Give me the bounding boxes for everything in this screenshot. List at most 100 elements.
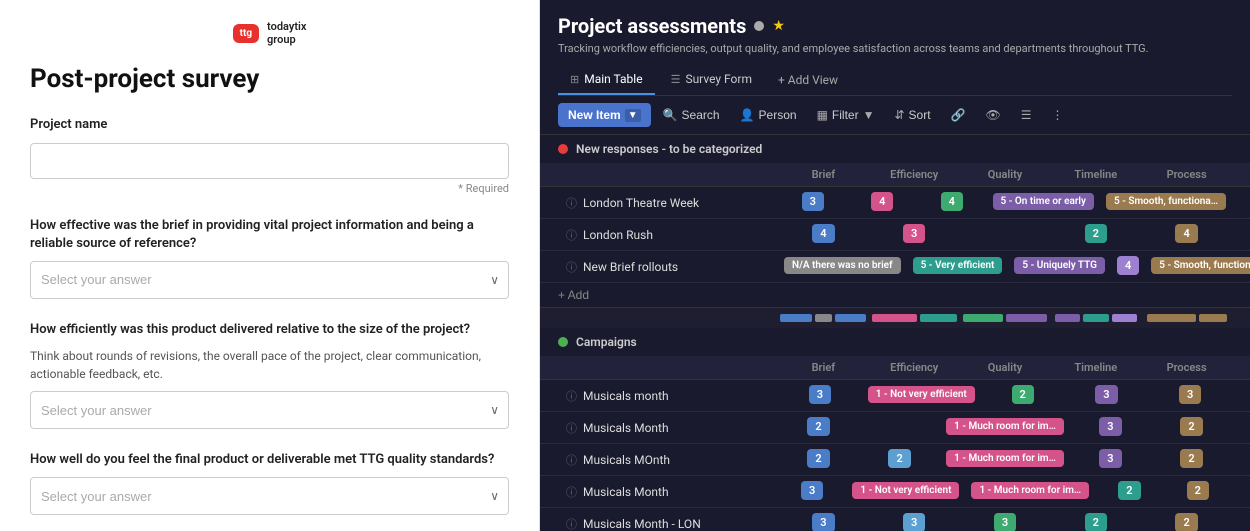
group-campaigns: Campaigns Brief Efficiency Quality Timel… xyxy=(540,328,1250,531)
group-dot-red xyxy=(558,144,568,154)
add-row-button-1[interactable]: + Add xyxy=(558,288,589,302)
cell-timeline: 2 xyxy=(1095,477,1163,507)
add-row-1: + Add xyxy=(540,283,1250,307)
logo-line1: todaytix xyxy=(267,20,306,33)
summary-brief xyxy=(778,314,869,322)
sort-button[interactable]: ⇵ Sort xyxy=(886,103,938,127)
search-label: Search xyxy=(682,108,720,122)
columns-icon: ☰ xyxy=(1021,108,1032,122)
expand-icon: ⓘ xyxy=(566,195,577,211)
select-quality[interactable]: Select your answer xyxy=(30,477,509,515)
filter-button[interactable]: ▦ Filter ▼ xyxy=(809,103,883,127)
summary-row-1 xyxy=(540,307,1250,328)
cell-brief: 2 xyxy=(778,445,859,475)
filter-icon: ▦ xyxy=(817,108,828,122)
logo-abbr: ttg xyxy=(240,28,252,39)
tab-main-table-label: Main Table xyxy=(584,72,642,86)
table-row[interactable]: ⓘ Musicals month 3 1 - Not very efficien… xyxy=(540,380,1250,412)
col-header-timeline: Timeline xyxy=(1050,163,1141,186)
cell-brief: N/A there was no brief xyxy=(778,253,907,281)
table-row[interactable]: ⓘ Musicals MOnth 2 2 1 - Much room for i… xyxy=(540,444,1250,476)
row-name: ⓘ London Rush xyxy=(558,221,778,249)
sort-icon: ⇵ xyxy=(894,108,904,122)
cell-timeline: 4 xyxy=(1111,252,1145,282)
star-icon[interactable]: ★ xyxy=(772,18,785,34)
table-row[interactable]: ⓘ Musicals Month - LON 3 3 3 2 2 xyxy=(540,508,1250,531)
eye-button[interactable]: 👁 xyxy=(978,103,1009,127)
status-dot-icon xyxy=(754,21,764,31)
col-headers-1: Brief Efficiency Quality Timeline Proces… xyxy=(540,163,1250,187)
cell-efficiency: 1 - Not very efficient xyxy=(862,382,981,410)
eye-icon: 👁 xyxy=(986,108,1001,122)
summary-quality xyxy=(960,314,1051,322)
cell-quality: 1 - Much room for im… xyxy=(940,414,1070,442)
share-button[interactable]: 🔗 xyxy=(943,103,974,127)
more-button[interactable]: ⋮ xyxy=(1044,103,1072,127)
table-row[interactable]: ⓘ London Theatre Week 3 4 4 5 - On time … xyxy=(540,187,1250,219)
apps-icon: ⋮ xyxy=(1052,108,1064,122)
cell-timeline: 3 xyxy=(1070,413,1151,443)
summary-timeline xyxy=(1050,314,1141,322)
cell-efficiency: 3 xyxy=(869,220,960,250)
cell-efficiency xyxy=(859,424,940,432)
search-button[interactable]: 🔍 Search xyxy=(655,103,728,127)
cell-quality: 1 - Much room for im… xyxy=(940,446,1070,474)
cell-quality: 4 xyxy=(917,188,987,218)
new-item-button[interactable]: New Item ▼ xyxy=(558,103,651,127)
cell-timeline: 3 xyxy=(1070,445,1151,475)
table-row[interactable]: ⓘ New Brief rollouts N/A there was no br… xyxy=(540,251,1250,283)
row-name: ⓘ Musicals Month xyxy=(558,414,778,442)
cell-efficiency: 3 xyxy=(869,509,960,531)
cell-process: 4 xyxy=(1141,220,1232,250)
expand-icon: ⓘ xyxy=(566,484,577,500)
logo-line2: group xyxy=(267,33,306,46)
select-brief[interactable]: Select your answer xyxy=(30,261,509,299)
person-button[interactable]: 👤 Person xyxy=(732,103,805,127)
cell-process: 5 - Smooth, functiona… xyxy=(1100,189,1232,217)
table-area: New responses - to be categorized Brief … xyxy=(540,135,1250,531)
col-header-timeline-2: Timeline xyxy=(1050,356,1141,379)
cell-timeline: 3 xyxy=(1065,381,1149,411)
cell-efficiency: 1 - Not very efficient xyxy=(846,478,965,506)
dropdown-arrow-icon: ▼ xyxy=(625,109,641,122)
input-project-name[interactable] xyxy=(30,143,509,179)
tab-main-table[interactable]: ⊞ Main Table xyxy=(558,65,655,95)
table-row[interactable]: ⓘ Musicals Month 2 1 - Much room for im…… xyxy=(540,412,1250,444)
expand-icon: ⓘ xyxy=(566,259,577,275)
col-header-quality-2: Quality xyxy=(960,356,1051,379)
col-header-brief: Brief xyxy=(778,163,869,186)
cell-process: 2 xyxy=(1164,477,1232,507)
table-row[interactable]: ⓘ London Rush 4 3 2 4 xyxy=(540,219,1250,251)
add-view-button[interactable]: + Add View xyxy=(768,66,848,94)
cell-quality: 2 xyxy=(981,381,1065,411)
expand-icon: ⓘ xyxy=(566,420,577,436)
select-efficiency[interactable]: Select your answer xyxy=(30,391,509,429)
cell-quality: 3 xyxy=(960,509,1051,531)
cell-brief: 3 xyxy=(778,381,862,411)
cell-efficiency: 4 xyxy=(848,188,918,218)
tab-survey-form[interactable]: ☰ Survey Form xyxy=(659,65,764,95)
search-icon: 🔍 xyxy=(663,108,678,122)
cell-timeline: 2 xyxy=(1050,220,1141,250)
cell-timeline: 2 xyxy=(1050,509,1141,531)
col-header-quality: Quality xyxy=(960,163,1051,186)
group-new-responses: New responses - to be categorized Brief … xyxy=(540,135,1250,328)
label-project-name: Project name xyxy=(30,116,509,134)
project-title: Project assessments xyxy=(558,14,746,38)
form-section-efficiency: How efficiently was this product deliver… xyxy=(30,321,509,429)
filter-label: Filter xyxy=(832,108,859,122)
tabs-row: ⊞ Main Table ☰ Survey Form + Add View xyxy=(558,65,1232,96)
columns-button[interactable]: ☰ xyxy=(1013,103,1040,127)
row-name: ⓘ Musicals MOnth xyxy=(558,446,778,474)
expand-icon: ⓘ xyxy=(566,516,577,531)
select-wrapper-brief: Select your answer ∨ xyxy=(30,261,509,299)
row-name: ⓘ Musicals Month - LON xyxy=(558,510,778,531)
col-header-process-2: Process xyxy=(1141,356,1232,379)
select-wrapper-efficiency: Select your answer ∨ xyxy=(30,391,509,429)
person-label: Person xyxy=(759,108,797,122)
form-section-quality: How well do you feel the final product o… xyxy=(30,451,509,515)
cell-process: 2 xyxy=(1151,413,1232,443)
table-row[interactable]: ⓘ Musicals Month 3 1 - Not very efficien… xyxy=(540,476,1250,508)
group-label-new-responses: New responses - to be categorized xyxy=(576,142,762,156)
tab-survey-form-label: Survey Form xyxy=(685,72,752,86)
